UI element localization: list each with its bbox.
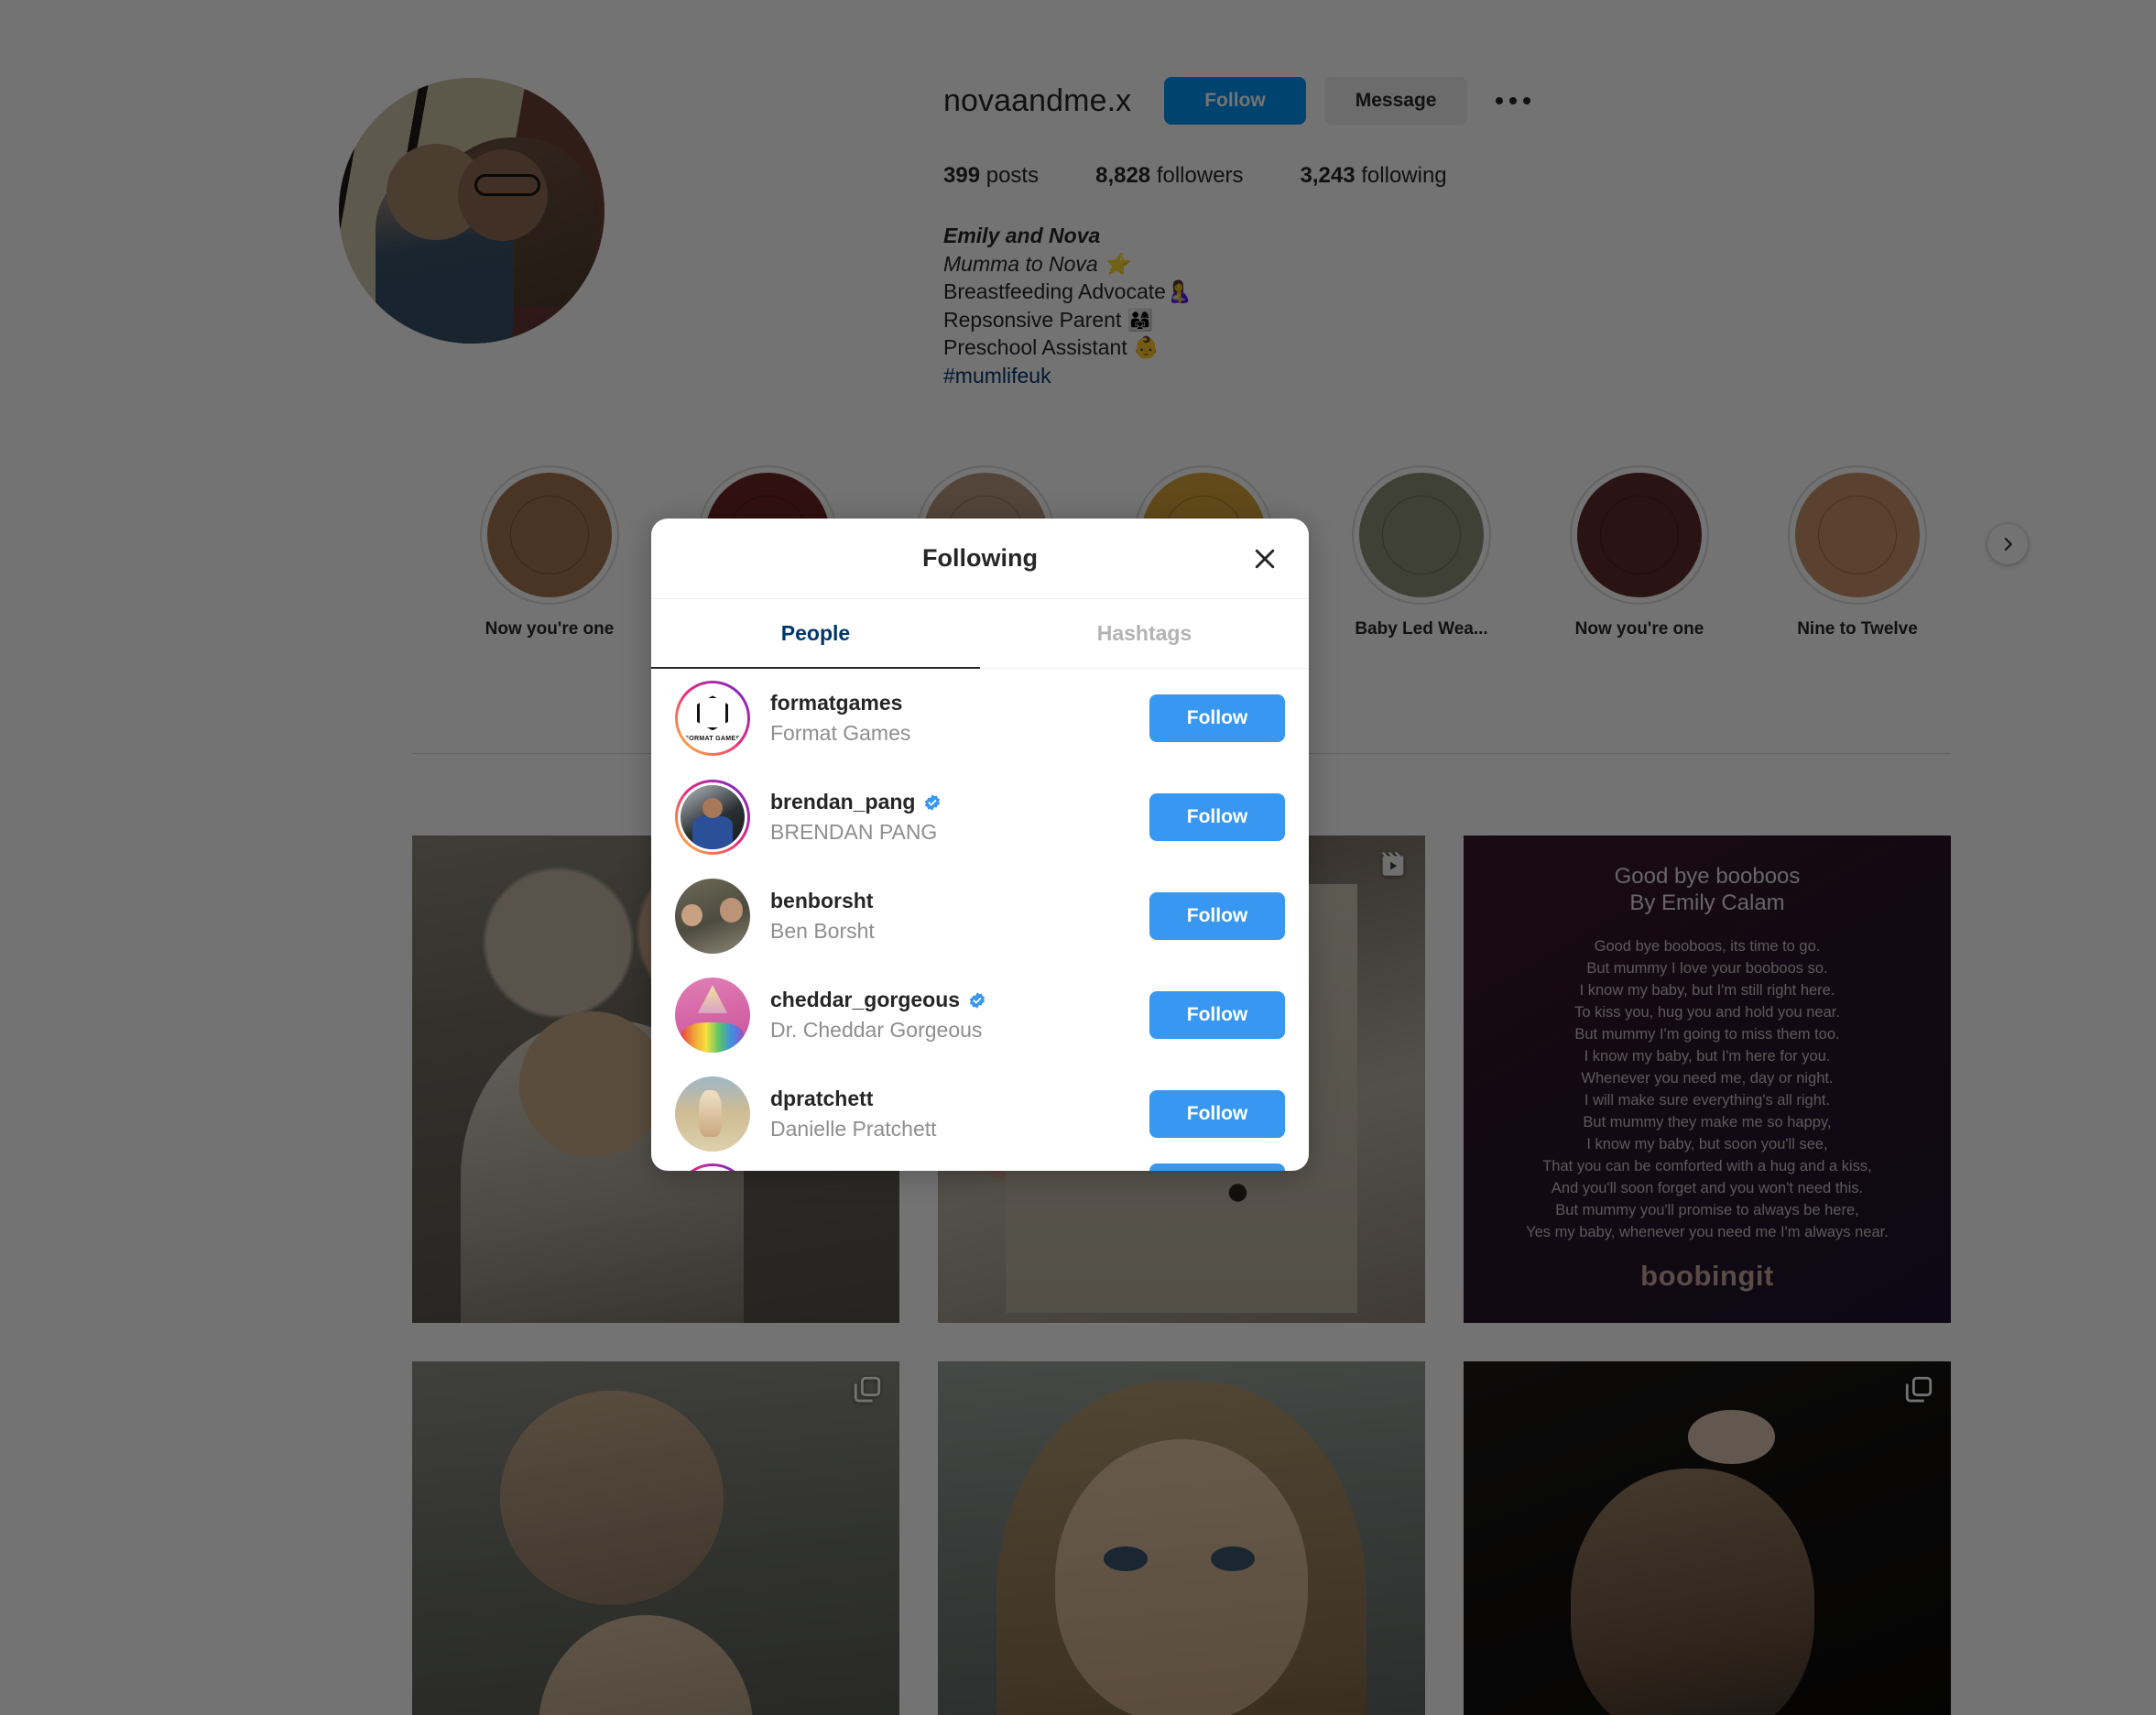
user-username[interactable]: brendan_pang — [770, 790, 1129, 814]
user-names: brendan_pang BRENDAN PANG — [770, 790, 1129, 845]
user-username[interactable]: formatgames — [770, 691, 1129, 715]
avatar: FORMAT GAMES — [681, 686, 745, 750]
avatar — [675, 1076, 750, 1152]
username-text: benborsht — [770, 889, 874, 912]
user-names: formatgames Format Games — [770, 691, 1129, 746]
user-username[interactable]: cheddar_gorgeous — [770, 988, 1129, 1012]
avatar — [681, 1169, 745, 1171]
avatar-ring[interactable] — [675, 1076, 750, 1152]
username-text: dpratchett — [770, 1087, 874, 1110]
following-row[interactable]: brendan_pang BRENDAN PANG Follow — [651, 768, 1309, 867]
user-full-name: Dr. Cheddar Gorgeous — [770, 1018, 983, 1042]
following-dialog: Following People Hashtags FORMAT GAMES for… — [651, 519, 1309, 1171]
follow-button[interactable]: Follow — [1149, 1163, 1285, 1171]
follow-button[interactable]: Follow — [1149, 892, 1285, 940]
user-full-name: Format Games — [770, 721, 911, 745]
following-row[interactable]: cheddar_gorgeous Dr. Cheddar Gorgeous Foll… — [651, 966, 1309, 1065]
avatar-ring[interactable] — [675, 780, 750, 855]
following-list[interactable]: FORMAT GAMES formatgames Format Games Follo… — [651, 669, 1309, 1171]
follow-button[interactable]: Follow — [1149, 991, 1285, 1039]
following-row[interactable]: FORMAT GAMES formatgames Format Games Follo… — [651, 669, 1309, 768]
close-icon[interactable] — [1243, 537, 1287, 581]
username-text: formatgames — [770, 691, 903, 715]
avatar-ring[interactable] — [675, 1163, 750, 1171]
following-row[interactable]: benborsht Ben Borsht Follow — [651, 867, 1309, 966]
verified-badge-icon — [925, 793, 941, 811]
avatar-ring[interactable]: FORMAT GAMES — [675, 681, 750, 756]
user-names: dpratchett Danielle Pratchett — [770, 1087, 1129, 1142]
dialog-tab-bar: People Hashtags — [651, 599, 1309, 669]
avatar — [675, 978, 750, 1053]
user-username[interactable]: benborsht — [770, 889, 1129, 913]
dialog-header: Following — [651, 519, 1309, 599]
user-full-name: Ben Borsht — [770, 919, 875, 943]
username-text: brendan_pang — [770, 790, 916, 814]
user-names: benborsht Ben Borsht — [770, 889, 1129, 944]
user-username[interactable]: dpratchett — [770, 1087, 1129, 1111]
follow-button[interactable]: Follow — [1149, 694, 1285, 742]
dialog-tab-hashtags[interactable]: Hashtags — [980, 599, 1309, 669]
dialog-tab-people[interactable]: People — [651, 599, 980, 669]
follow-button[interactable]: Follow — [1149, 793, 1285, 841]
following-row[interactable]: dpratchett Danielle Pratchett Follow — [651, 1065, 1309, 1163]
avatar — [675, 879, 750, 954]
following-row[interactable]: Follow — [651, 1163, 1309, 1171]
verified-badge-icon — [969, 991, 985, 1009]
user-full-name: Danielle Pratchett — [770, 1117, 937, 1141]
dialog-title: Following — [922, 544, 1038, 572]
user-full-name: BRENDAN PANG — [770, 820, 938, 844]
instagram-profile-page: novaandme.x Follow Message 399 posts 8,8… — [0, 0, 2156, 1715]
avatar-ring[interactable] — [675, 879, 750, 954]
avatar — [681, 785, 745, 849]
user-names: cheddar_gorgeous Dr. Cheddar Gorgeous — [770, 988, 1129, 1043]
avatar-ring[interactable] — [675, 978, 750, 1053]
username-text: cheddar_gorgeous — [770, 988, 961, 1011]
follow-button[interactable]: Follow — [1149, 1090, 1285, 1138]
